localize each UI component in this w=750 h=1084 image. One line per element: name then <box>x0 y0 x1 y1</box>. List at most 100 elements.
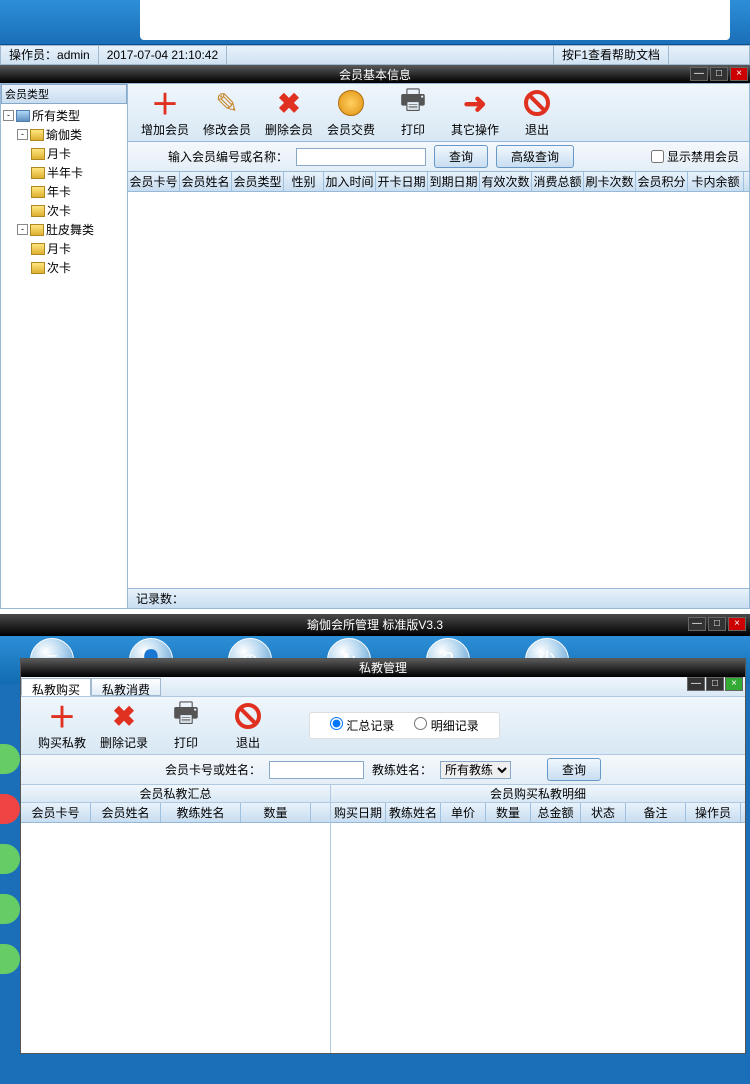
tree-header: 会员类型 <box>1 84 127 104</box>
tree-item[interactable]: 次卡 <box>3 258 125 277</box>
exit-button[interactable]: 退出 <box>217 700 279 751</box>
column-header[interactable]: 刷卡次数 <box>584 172 636 191</box>
column-header[interactable]: 会员积分 <box>636 172 688 191</box>
adv-query-button[interactable]: 高级查询 <box>496 145 574 168</box>
category-tree: 会员类型 -所有类型 -瑜伽类 月卡 半年卡 年卡 次卡 -肚皮舞类 月卡 次卡 <box>0 83 128 609</box>
column-header[interactable]: 备注 <box>626 803 686 822</box>
column-header[interactable]: 消费总额 <box>532 172 584 191</box>
tree-cat2[interactable]: -肚皮舞类 <box>3 220 125 239</box>
radio-detail[interactable]: 明细记录 <box>414 717 478 734</box>
column-header[interactable]: 性别 <box>284 172 324 191</box>
print-button[interactable]: 打印 <box>155 700 217 751</box>
column-header[interactable]: 操作员 <box>686 803 741 822</box>
card-label: 会员卡号或姓名： <box>165 761 261 778</box>
column-header[interactable]: 开卡日期 <box>376 172 428 191</box>
maximize-button[interactable]: □ <box>710 67 728 81</box>
coach-search-bar: 会员卡号或姓名： 教练姓名： 所有教练 查询 <box>21 755 745 785</box>
column-header[interactable]: 会员类型 <box>232 172 284 191</box>
help-hint: 按F1查看帮助文档 <box>554 46 669 64</box>
side-pill[interactable] <box>0 944 20 974</box>
close-button[interactable]: × <box>728 617 746 631</box>
column-header[interactable]: 到期日期 <box>428 172 480 191</box>
right-section-header: 会员购买私教明细 <box>331 785 745 803</box>
radio-summary[interactable]: 汇总记录 <box>330 717 394 734</box>
column-header[interactable]: 卡内余额 <box>688 172 744 191</box>
delete-record-button[interactable]: ✖删除记录 <box>93 700 155 751</box>
left-columns: 会员卡号会员姓名教练姓名数量 <box>21 803 330 823</box>
content-panel <box>140 0 730 40</box>
forbid-icon <box>235 703 261 729</box>
coach-window: 私教管理 — □ × 私教购买 私教消费 ＋购买私教 ✖删除记录 打印 退出 汇… <box>20 658 746 1054</box>
right-columns: 购买日期教练姓名单价数量总金额状态备注操作员 <box>331 803 745 823</box>
coach-toolbar: ＋购买私教 ✖删除记录 打印 退出 汇总记录 明细记录 <box>21 697 745 755</box>
member-pay-button[interactable]: 会员交费 <box>320 87 382 138</box>
left-section-header: 会员私教汇总 <box>21 785 330 803</box>
side-pill[interactable] <box>0 744 20 774</box>
close-button[interactable]: × <box>730 67 748 81</box>
member-window-title: 会员基本信息 — □ × <box>0 65 750 83</box>
query-button[interactable]: 查询 <box>434 145 488 168</box>
column-header[interactable]: 总金额 <box>531 803 581 822</box>
show-disabled-check[interactable]: 显示禁用会员 <box>651 148 739 165</box>
column-header[interactable]: 会员卡号 <box>128 172 180 191</box>
tab-buy[interactable]: 私教购买 <box>21 678 91 696</box>
minimize-button[interactable]: — <box>688 617 706 631</box>
delete-member-button[interactable]: ✖删除会员 <box>258 87 320 138</box>
column-header[interactable]: 数量 <box>486 803 531 822</box>
column-header[interactable]: 教练姓名 <box>161 803 241 822</box>
column-header[interactable]: 数量 <box>241 803 311 822</box>
member-toolbar: ＋增加会员 修改会员 ✖删除会员 会员交费 打印 ➜其它操作 退出 <box>128 84 749 142</box>
tree-item[interactable]: 年卡 <box>3 182 125 201</box>
close-button[interactable]: × <box>725 677 743 691</box>
column-header[interactable]: 加入时间 <box>324 172 376 191</box>
column-header[interactable]: 教练姓名 <box>386 803 441 822</box>
coach-tabs: 私教购买 私教消费 <box>21 677 745 697</box>
datetime-cell: 2017-07-04 21:10:42 <box>99 46 227 64</box>
query-button[interactable]: 查询 <box>547 758 601 781</box>
column-header[interactable]: 状态 <box>581 803 626 822</box>
member-grid <box>128 192 749 588</box>
side-nav <box>0 744 20 994</box>
tree-item[interactable]: 半年卡 <box>3 163 125 182</box>
status-bar: 操作员：admin 2017-07-04 21:10:42 按F1查看帮助文档 <box>0 45 750 65</box>
coach-label: 教练姓名： <box>372 761 432 778</box>
minimize-button[interactable]: — <box>690 67 708 81</box>
side-pill[interactable] <box>0 844 20 874</box>
column-header[interactable]: 会员卡号 <box>21 803 91 822</box>
operator-cell: 操作员：admin <box>1 46 99 64</box>
column-header[interactable]: 有效次数 <box>480 172 532 191</box>
column-header[interactable]: 会员姓名 <box>180 172 232 191</box>
side-pill[interactable] <box>0 894 20 924</box>
other-ops-button[interactable]: ➜其它操作 <box>444 87 506 138</box>
tree-root[interactable]: -所有类型 <box>3 106 125 125</box>
exit-button[interactable]: 退出 <box>506 87 568 138</box>
right-grid <box>331 823 745 1053</box>
search-label: 输入会员编号或名称： <box>168 148 288 165</box>
print-button[interactable]: 打印 <box>382 87 444 138</box>
operator-label: 操作员： <box>9 48 57 62</box>
search-input[interactable] <box>296 148 426 166</box>
edit-member-button[interactable]: 修改会员 <box>196 87 258 138</box>
app2-title: 瑜伽会所管理 标准版V3.3 — □ × <box>0 614 750 636</box>
left-grid <box>21 823 330 1053</box>
tree-item[interactable]: 月卡 <box>3 239 125 258</box>
column-header[interactable]: 单价 <box>441 803 486 822</box>
grid-footer: 记录数： <box>128 588 749 608</box>
column-header[interactable]: 购买日期 <box>331 803 386 822</box>
maximize-button[interactable]: □ <box>708 617 726 631</box>
tree-item[interactable]: 月卡 <box>3 144 125 163</box>
tree-cat1[interactable]: -瑜伽类 <box>3 125 125 144</box>
tree-item[interactable]: 次卡 <box>3 201 125 220</box>
minimize-button[interactable]: — <box>687 677 705 691</box>
buy-coach-button[interactable]: ＋购买私教 <box>31 700 93 751</box>
tab-consume[interactable]: 私教消费 <box>91 678 161 696</box>
forbid-icon <box>524 90 550 116</box>
column-header[interactable]: 会员姓名 <box>91 803 161 822</box>
side-pill[interactable] <box>0 794 20 824</box>
main-app-header <box>0 0 750 45</box>
add-member-button[interactable]: ＋增加会员 <box>134 87 196 138</box>
coach-select[interactable]: 所有教练 <box>440 761 511 779</box>
card-input[interactable] <box>269 761 364 779</box>
member-search-bar: 输入会员编号或名称： 查询 高级查询 显示禁用会员 <box>128 142 749 172</box>
maximize-button[interactable]: □ <box>706 677 724 691</box>
